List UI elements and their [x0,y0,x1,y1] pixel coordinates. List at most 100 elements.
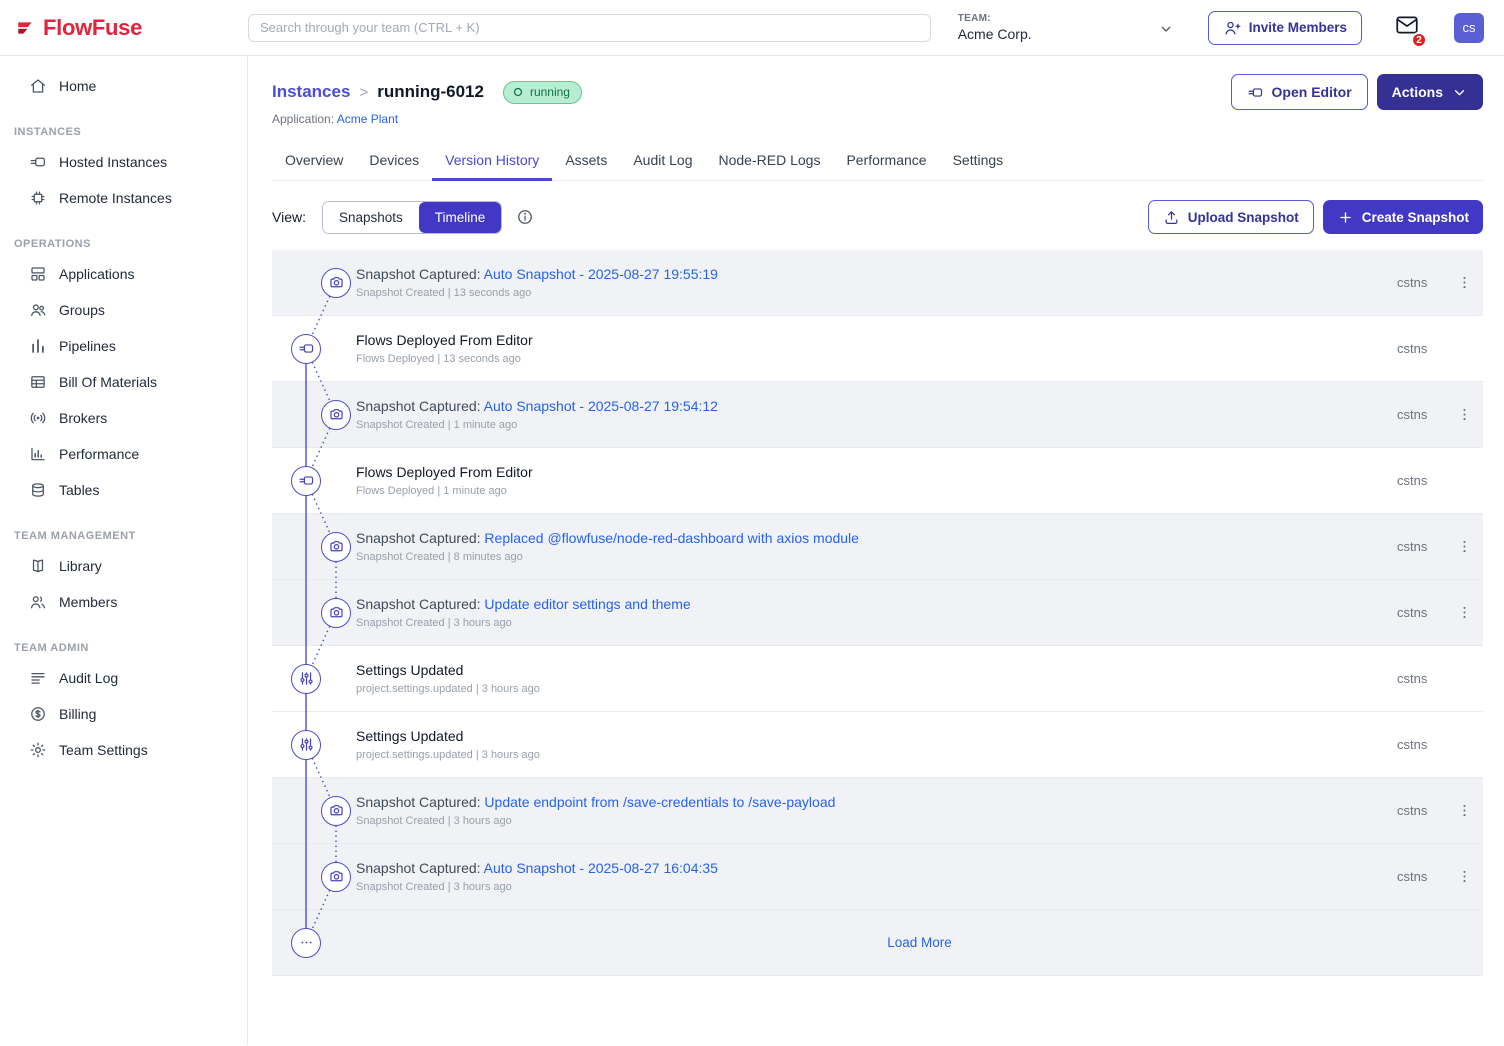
timeline-user: cstns [1397,473,1445,488]
tab-overview[interactable]: Overview [272,142,356,180]
timeline-meta: Snapshot Created | 1 minute ago [356,419,1397,431]
upload-icon [1163,209,1180,226]
flowfuse-logo[interactable]: FlowFuse [16,15,248,41]
snapshot-link[interactable]: Auto Snapshot - 2025-08-27 19:54:12 [484,398,718,414]
sidebar-item-brokers[interactable]: Brokers [0,400,247,436]
timeline-title: Settings Updated [356,728,1397,744]
tab-settings[interactable]: Settings [940,142,1017,180]
database-icon [29,481,47,499]
avatar[interactable]: cs [1454,13,1484,43]
user-plus-icon [1223,19,1241,37]
create-snapshot-button[interactable]: Create Snapshot [1323,200,1483,234]
sidebar-item-label: Members [59,594,117,610]
sidebar-section-header-operations: OPERATIONS [0,216,247,256]
sidebar-item-performance[interactable]: Performance [0,436,247,472]
row-menu-button[interactable] [1445,274,1483,291]
create-snapshot-label: Create Snapshot [1362,210,1469,225]
load-more-link[interactable]: Load More [887,935,952,950]
sidebar-item-tables[interactable]: Tables [0,472,247,508]
sidebar-item-label: Brokers [59,410,107,426]
snapshot-link[interactable]: Update endpoint from /save-credentials t… [484,794,835,810]
timeline-user: cstns [1397,407,1445,422]
sidebar-item-hosted-instances[interactable]: Hosted Instances [0,144,247,180]
toggle-timeline[interactable]: Timeline [419,202,502,233]
actions-button[interactable]: Actions [1377,74,1483,110]
timeline-list: Snapshot Captured: Auto Snapshot - 2025-… [272,250,1483,976]
sidebar-item-groups[interactable]: Groups [0,292,247,328]
application-link[interactable]: Acme Plant [337,112,398,126]
user-group-icon [29,301,47,319]
sidebar-item-bill-of-materials[interactable]: Bill Of Materials [0,364,247,400]
breadcrumb-separator: > [359,84,368,101]
running-status-icon [512,86,524,98]
sidebar-item-home[interactable]: Home [0,68,247,104]
timeline-title: Snapshot Captured: Update editor setting… [356,596,1397,612]
tab-audit-log[interactable]: Audit Log [620,142,705,180]
team-selector[interactable]: TEAM: Acme Corp. [958,13,1174,42]
info-icon[interactable] [516,208,534,226]
plus-icon [1337,209,1354,226]
row-menu-button[interactable] [1445,868,1483,885]
node-icon [291,334,321,364]
row-menu-button[interactable] [1445,406,1483,423]
sidebar-item-label: Applications [59,266,135,282]
chevron-down-icon [1451,84,1468,101]
chart-icon [29,445,47,463]
timeline-meta: Snapshot Created | 3 hours ago [356,617,1397,629]
tab-performance[interactable]: Performance [833,142,939,180]
sidebar-item-label: Pipelines [59,338,116,354]
timeline-meta: project.settings.updated | 3 hours ago [356,749,1397,761]
snapshot-link[interactable]: Auto Snapshot - 2025-08-27 19:55:19 [484,266,718,282]
row-menu-button[interactable] [1445,538,1483,555]
open-editor-button[interactable]: Open Editor [1231,74,1368,110]
breadcrumb-instances-link[interactable]: Instances [272,82,350,102]
sidebar-item-team-settings[interactable]: Team Settings [0,732,247,768]
tab-devices[interactable]: Devices [356,142,432,180]
upload-snapshot-button[interactable]: Upload Snapshot [1148,200,1314,234]
sidebar-item-library[interactable]: Library [0,548,247,584]
sidebar-item-billing[interactable]: Billing [0,696,247,732]
users-icon [29,593,47,611]
cog-icon [29,741,47,759]
timeline-title: Snapshot Captured: Auto Snapshot - 2025-… [356,266,1397,282]
invite-members-button[interactable]: Invite Members [1208,11,1362,45]
sidebar-item-label: Performance [59,446,139,462]
sidebar-item-label: Bill Of Materials [59,374,157,390]
camera-icon [321,400,351,430]
timeline-user: cstns [1397,275,1445,290]
sidebar-section-header-team-admin: TEAM ADMIN [0,620,247,660]
timeline-user: cstns [1397,737,1445,752]
row-menu-button[interactable] [1445,802,1483,819]
sidebar-item-label: Billing [59,706,96,722]
currency-icon [29,705,47,723]
tab-assets[interactable]: Assets [552,142,620,180]
tab-node-red-logs[interactable]: Node-RED Logs [706,142,834,180]
sidebar-item-members[interactable]: Members [0,584,247,620]
snapshot-title-prefix: Snapshot Captured: [356,266,484,282]
sidebar-item-label: Library [59,558,102,574]
snapshot-link[interactable]: Replaced @flowfuse/node-red-dashboard wi… [484,530,859,546]
sidebar-item-applications[interactable]: Applications [0,256,247,292]
snapshot-link[interactable]: Auto Snapshot - 2025-08-27 16:04:35 [484,860,718,876]
snapshot-title-prefix: Snapshot Captured: [356,530,484,546]
sidebar-item-audit-log[interactable]: Audit Log [0,660,247,696]
sidebar-section-header-instances: INSTANCES [0,104,247,144]
camera-icon [321,268,351,298]
row-menu-button[interactable] [1445,604,1483,621]
status-badge: running [503,81,582,104]
camera-icon [321,862,351,892]
timeline-user: cstns [1397,869,1445,884]
timeline-meta: Flows Deployed | 1 minute ago [356,485,1397,497]
timeline-meta: Snapshot Created | 8 minutes ago [356,551,1397,563]
snapshot-title-prefix: Snapshot Captured: [356,860,484,876]
node-icon [291,466,321,496]
team-name: Acme Corp. [958,26,1032,42]
sidebar-item-pipelines[interactable]: Pipelines [0,328,247,364]
toggle-snapshots[interactable]: Snapshots [323,202,419,233]
sidebar-item-remote-instances[interactable]: Remote Instances [0,180,247,216]
open-editor-label: Open Editor [1272,84,1352,100]
tab-version-history[interactable]: Version History [432,142,552,180]
notifications-button[interactable]: 2 [1394,12,1420,43]
search-input[interactable] [248,14,931,42]
snapshot-link[interactable]: Update editor settings and theme [484,596,690,612]
